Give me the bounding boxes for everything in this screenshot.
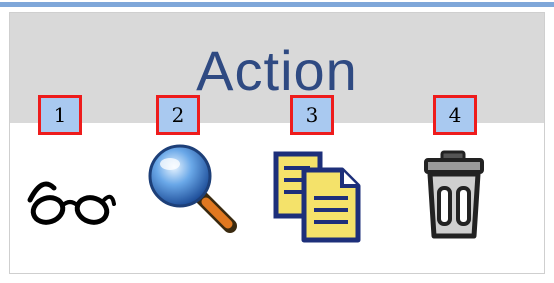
glasses-icon[interactable] <box>22 148 118 244</box>
top-rule <box>0 0 554 9</box>
copy-documents-icon[interactable] <box>270 148 366 244</box>
badge-2: 2 <box>156 95 200 135</box>
badge-4: 4 <box>433 95 477 135</box>
trash-icon[interactable] <box>406 148 502 244</box>
badge-1: 1 <box>38 95 82 135</box>
magnifier-icon[interactable] <box>144 140 240 236</box>
column-header-title: Action <box>196 39 358 102</box>
screenshot-frame: Action 1 2 3 4 <box>0 0 554 283</box>
badge-3: 3 <box>290 95 334 135</box>
